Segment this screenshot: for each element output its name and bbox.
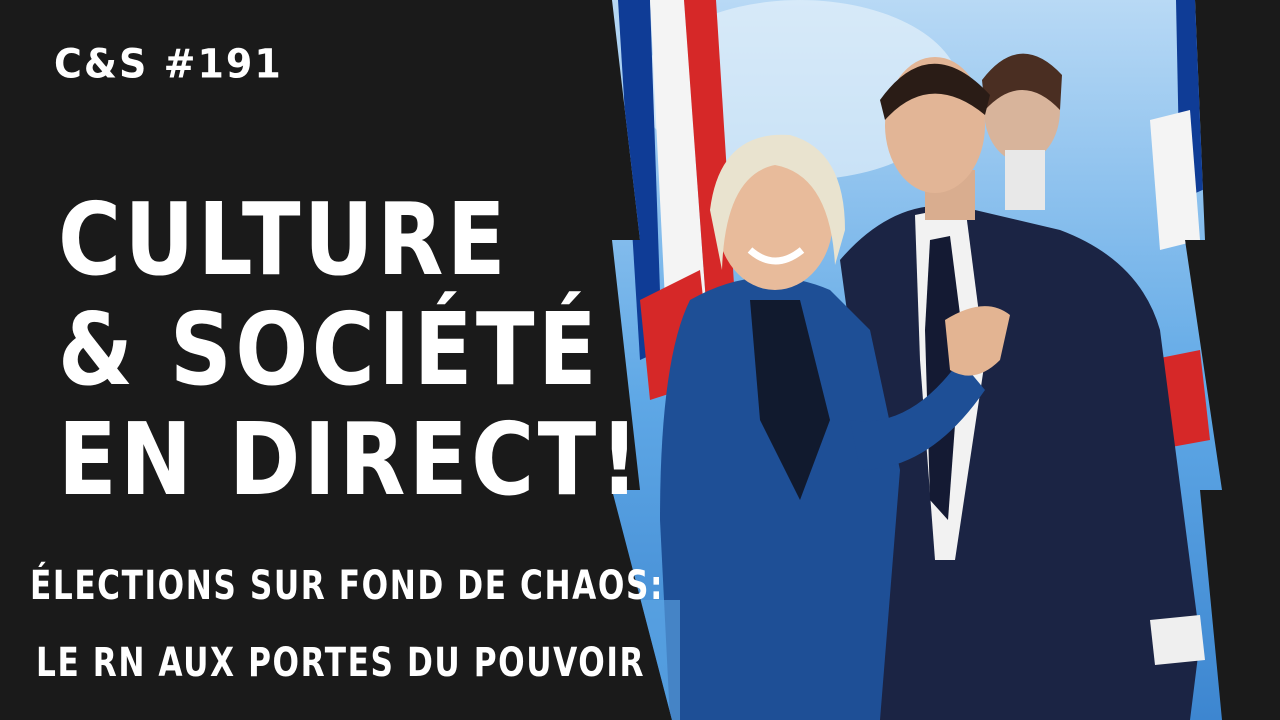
- title-line-2: & SOCIÉTÉ: [58, 291, 601, 408]
- title-line-1: CULTURE: [58, 181, 510, 298]
- title-line-3: EN DIRECT!: [58, 401, 643, 518]
- thumbnail: C&S #191 CULTURE & SOCIÉTÉ EN DIRECT! ÉL…: [0, 0, 1280, 720]
- episode-label: C&S #191: [54, 40, 283, 88]
- subtitle-line-1: ÉLECTIONS SUR FOND DE CHAOS:: [30, 563, 665, 609]
- subtitle-line-2: LE RN AUX PORTES DU POUVOIR: [36, 640, 646, 686]
